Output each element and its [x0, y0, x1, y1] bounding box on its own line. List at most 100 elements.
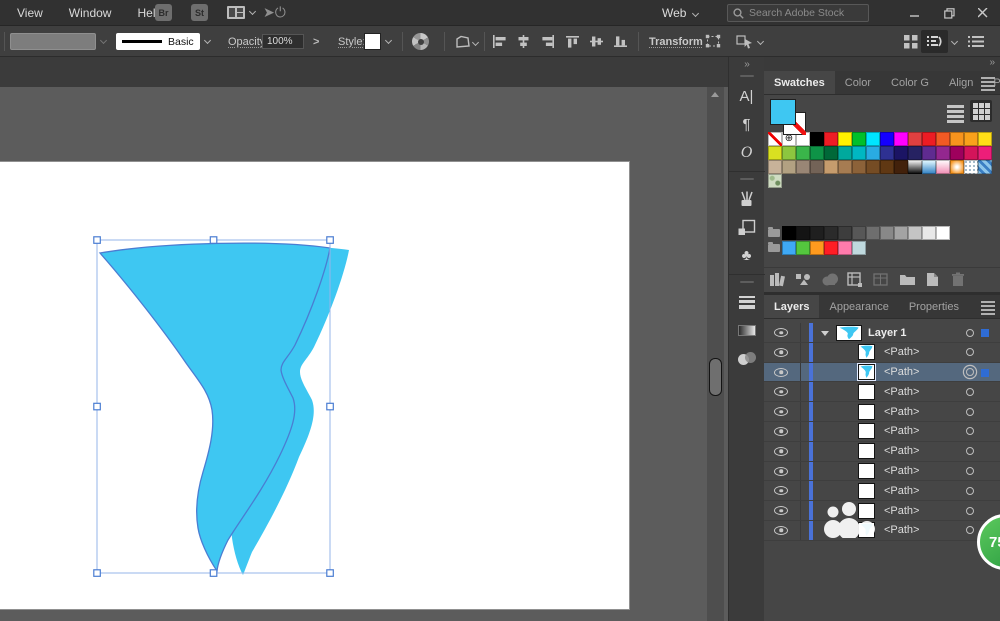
opentype-panel-icon[interactable]: O	[732, 139, 762, 166]
swatch-00a99d[interactable]	[838, 146, 852, 160]
swatch-fff200[interactable]	[838, 132, 852, 146]
swatch-a3a3a3[interactable]	[894, 226, 908, 240]
align-center-icon[interactable]	[516, 35, 531, 48]
swatch-ffffff[interactable]	[936, 226, 950, 240]
transparency-panel-icon[interactable]	[732, 345, 762, 372]
path-name[interactable]: <Path>	[884, 505, 919, 517]
layer-row[interactable]: Layer 1	[764, 323, 1000, 343]
path-thumbnail[interactable]	[858, 364, 875, 380]
tab-color-g[interactable]: Color G	[881, 71, 939, 94]
target-circle[interactable]	[966, 348, 974, 356]
path-name[interactable]: <Path>	[884, 425, 919, 437]
layer-thumbnail[interactable]	[836, 325, 862, 342]
path-name[interactable]: <Path>	[884, 485, 919, 497]
swatch-pat-lace[interactable]	[964, 160, 978, 174]
path-name[interactable]: <Path>	[884, 406, 919, 418]
layer-name[interactable]: Layer 1	[868, 327, 907, 339]
minimize-button[interactable]	[898, 0, 932, 26]
swatch-grad-bw[interactable]	[908, 160, 922, 174]
swatch-754c24[interactable]	[866, 160, 880, 174]
share-icon[interactable]: ➤⏻	[263, 4, 286, 21]
swatch-998675[interactable]	[796, 160, 810, 174]
artwork-layer[interactable]	[0, 87, 728, 621]
stock-icon[interactable]: St	[191, 4, 208, 21]
visibility-eye-icon[interactable]	[774, 486, 788, 495]
swatch-ed1e79[interactable]	[978, 146, 992, 160]
swatch-kinds-icon[interactable]	[795, 272, 812, 287]
list-view-icon[interactable]	[947, 105, 964, 123]
swatch-f9a11b[interactable]	[964, 132, 978, 146]
path-name[interactable]: <Path>	[884, 465, 919, 477]
paragraph-panel-icon[interactable]: ¶	[732, 111, 762, 138]
swatch-141414[interactable]	[796, 226, 810, 240]
target-circle[interactable]	[966, 487, 974, 495]
swatch-1f1f1f[interactable]	[810, 226, 824, 240]
target-circle[interactable]	[966, 388, 974, 396]
restore-button[interactable]	[932, 0, 966, 26]
swatch-00b7c2[interactable]	[852, 146, 866, 160]
path-name[interactable]: <Path>	[884, 445, 919, 457]
swatch-1400ff[interactable]	[880, 132, 894, 146]
path-row[interactable]: <Path>	[764, 521, 1000, 541]
path-thumbnail[interactable]	[858, 423, 875, 439]
visibility-eye-icon[interactable]	[774, 407, 788, 416]
swatch-54c63e[interactable]	[796, 241, 810, 255]
visibility-eye-icon[interactable]	[774, 328, 788, 337]
menu-view[interactable]: View	[4, 6, 56, 20]
tab-properties[interactable]: Properties	[899, 295, 969, 318]
swatch-libraries-icon[interactable]	[769, 272, 786, 287]
menu-window[interactable]: Window	[56, 6, 125, 20]
swatch-ee1c25[interactable]	[824, 132, 838, 146]
swatch-8cc63f[interactable]	[782, 146, 796, 160]
tab-swatches[interactable]: Swatches	[764, 71, 835, 94]
arrange-documents-icon[interactable]	[227, 6, 245, 19]
chevron-down-icon[interactable]	[249, 8, 256, 15]
align-bottom-icon[interactable]	[613, 35, 628, 48]
swatch-3d3d3d[interactable]	[838, 226, 852, 240]
swatch-5f2b90[interactable]	[922, 146, 936, 160]
graphic-styles-panel-icon[interactable]: ♣	[732, 242, 762, 269]
swatch-262262[interactable]	[908, 146, 922, 160]
gradient-panel-icon[interactable]	[732, 317, 762, 344]
expand-chevron-icon[interactable]	[821, 331, 829, 336]
swatch-c4c4c4[interactable]	[908, 226, 922, 240]
swatch-ec1c24[interactable]	[922, 132, 936, 146]
transform-link[interactable]: Transform	[649, 26, 703, 57]
target-circle[interactable]	[966, 408, 974, 416]
chevron-down-icon[interactable]	[385, 37, 392, 44]
path-row[interactable]: <Path>	[764, 501, 1000, 521]
target-circle[interactable]	[966, 329, 974, 337]
collapse-dock-icon[interactable]: »	[744, 57, 749, 71]
swatch-ff9a1e[interactable]	[810, 241, 824, 255]
swatch-ffde17[interactable]	[978, 132, 992, 146]
document-setup-icon[interactable]	[454, 35, 472, 50]
selection-indicator[interactable]	[981, 329, 989, 337]
dock-grip[interactable]	[740, 281, 754, 283]
arrange-windows-icon[interactable]	[904, 35, 918, 49]
path-row[interactable]: <Path>	[764, 402, 1000, 422]
visibility-eye-icon[interactable]	[774, 447, 788, 456]
swatch-93278f[interactable]	[936, 146, 950, 160]
visibility-eye-icon[interactable]	[774, 467, 788, 476]
stroke-panel-icon[interactable]	[732, 289, 762, 316]
target-circle[interactable]	[966, 507, 974, 515]
swatch-none[interactable]	[768, 132, 782, 146]
style-label[interactable]: Style:	[338, 26, 366, 57]
swatch-00c02b[interactable]	[852, 132, 866, 146]
path-thumbnail[interactable]	[858, 483, 875, 499]
stroke-style-dropdown[interactable]: Basic	[116, 33, 200, 50]
grid-view-icon[interactable]	[970, 100, 992, 122]
swatch-c7b299[interactable]	[768, 160, 782, 174]
swatch-grad-blue[interactable]	[922, 160, 936, 174]
path-row[interactable]: <Path>	[764, 462, 1000, 482]
visibility-eye-icon[interactable]	[774, 427, 788, 436]
symbols-panel-icon[interactable]	[732, 214, 762, 241]
collapse-panels-icon[interactable]: »	[764, 57, 1000, 71]
adobe-stock-search[interactable]: Search Adobe Stock	[727, 4, 869, 22]
swatch-ff00ff[interactable]	[894, 132, 908, 146]
swatch-c69c6d[interactable]	[824, 160, 838, 174]
swatch-e04040[interactable]	[908, 132, 922, 146]
close-button[interactable]	[966, 0, 1000, 26]
visibility-eye-icon[interactable]	[774, 506, 788, 515]
swatch-000000[interactable]	[782, 226, 796, 240]
